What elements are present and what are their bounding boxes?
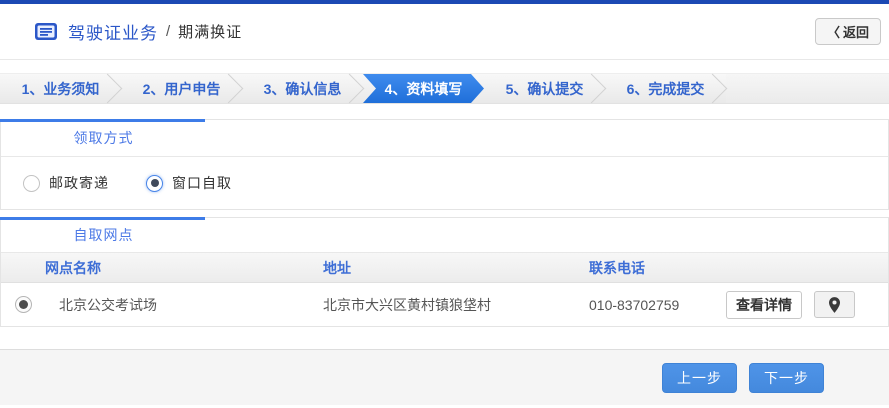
- column-header-name: 网点名称: [45, 258, 311, 278]
- page-header: 驾驶证业务 / 期满换证 〈返回: [0, 4, 889, 60]
- location-pin-icon: [829, 297, 840, 313]
- radio-postal-delivery-label: 邮政寄递: [49, 173, 109, 193]
- back-button-label: 返回: [843, 22, 869, 41]
- back-button[interactable]: 〈返回: [815, 18, 881, 45]
- radio-circle-icon[interactable]: [23, 175, 40, 192]
- pickup-table-header: 网点名称 地址 联系电话: [1, 253, 888, 283]
- collection-method-section: 领取方式 邮政寄递 窗口自取: [0, 119, 889, 210]
- step-2-user-declaration[interactable]: 2、用户申告: [121, 74, 242, 103]
- row-location-name: 北京公交考试场: [45, 295, 311, 315]
- form-list-icon: [34, 22, 58, 41]
- step-label: 2、用户申告: [143, 79, 221, 99]
- back-chevron-icon: 〈: [827, 22, 840, 41]
- radio-window-pickup-label: 窗口自取: [172, 173, 232, 193]
- next-step-button[interactable]: 下一步: [749, 363, 824, 393]
- step-5-confirm-submit[interactable]: 5、确认提交: [484, 74, 605, 103]
- radio-window-pickup[interactable]: 窗口自取: [146, 173, 232, 193]
- step-label: 6、完成提交: [627, 79, 705, 99]
- column-header-phone: 联系电话: [581, 258, 711, 278]
- collection-method-tab-row: 领取方式: [1, 120, 888, 157]
- step-label: 4、资料填写: [385, 79, 463, 99]
- map-location-button[interactable]: [814, 291, 855, 318]
- breadcrumb-separator: /: [166, 23, 170, 40]
- radio-postal-delivery[interactable]: 邮政寄递: [23, 173, 109, 193]
- column-header-address: 地址: [311, 258, 581, 278]
- step-4-fill-materials[interactable]: 4、资料填写: [363, 74, 484, 103]
- row-address: 北京市大兴区黄村镇狼垡村: [311, 295, 581, 315]
- pickup-location-tab-row: 自取网点: [1, 218, 888, 253]
- page-title: 驾驶证业务: [68, 19, 158, 44]
- row-select-radio[interactable]: [15, 296, 32, 313]
- table-row: 北京公交考试场 北京市大兴区黄村镇狼垡村 010-83702759 查看详情: [1, 283, 888, 326]
- collection-method-tab: 领取方式: [1, 128, 206, 148]
- radio-circle-icon[interactable]: [146, 175, 163, 192]
- row-phone: 010-83702759: [581, 297, 711, 313]
- collection-method-options: 邮政寄递 窗口自取: [1, 157, 888, 209]
- wizard-steps: 1、业务须知 2、用户申告 3、确认信息 4、资料填写 5、确认提交 6、完成提…: [0, 73, 889, 104]
- step-label: 5、确认提交: [506, 79, 584, 99]
- step-1-business-notice[interactable]: 1、业务须知: [0, 74, 121, 103]
- step-label: 1、业务须知: [22, 79, 100, 99]
- view-details-button[interactable]: 查看详情: [726, 291, 802, 319]
- previous-step-button[interactable]: 上一步: [662, 363, 737, 393]
- step-6-finish-submit[interactable]: 6、完成提交: [605, 74, 726, 103]
- steps-trailing-area: [726, 74, 889, 103]
- step-label: 3、确认信息: [264, 79, 342, 99]
- footer-action-bar: 上一步 下一步: [0, 349, 889, 405]
- breadcrumb-current: 期满换证: [178, 21, 242, 42]
- step-3-confirm-info[interactable]: 3、确认信息: [242, 74, 363, 103]
- pickup-location-tab: 自取网点: [1, 225, 206, 245]
- pickup-location-section: 自取网点 网点名称 地址 联系电话 北京公交考试场 北京市大兴区黄村镇狼垡村 0…: [0, 217, 889, 327]
